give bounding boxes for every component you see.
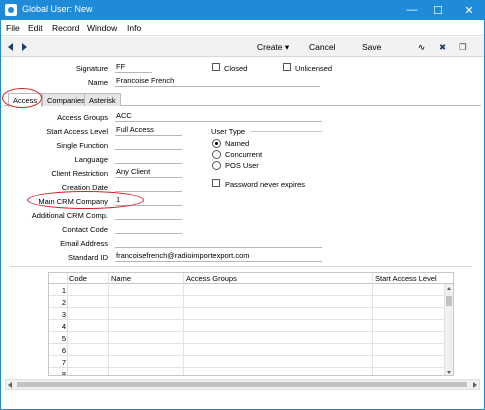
menu-record[interactable]: Record <box>52 23 79 33</box>
app-icon <box>5 4 17 16</box>
tab-strip: Access Companies Asterisk <box>4 92 481 107</box>
contact-code-label: Contact Code <box>62 225 108 234</box>
table-row[interactable]: 6 <box>49 344 446 356</box>
grid-header-code[interactable]: Code <box>69 274 87 283</box>
table-row[interactable]: 3 <box>49 308 446 320</box>
radio-pos-user-label: POS User <box>225 161 259 170</box>
access-groups-field[interactable]: ACC <box>115 111 322 122</box>
password-never-expires-checkbox[interactable] <box>212 179 220 187</box>
horizontal-scroll-thumb[interactable] <box>17 382 467 387</box>
password-never-expires-label: Password never expires <box>225 180 306 189</box>
table-row[interactable]: 5 <box>49 332 446 344</box>
start-access-level-field[interactable]: Full Access <box>115 125 182 136</box>
activity-icon[interactable]: ∿ <box>418 42 425 53</box>
signature-field[interactable]: FF <box>115 62 152 73</box>
unlicensed-checkbox[interactable] <box>283 63 291 71</box>
scroll-thumb[interactable] <box>446 296 452 306</box>
row-number: 3 <box>61 310 66 319</box>
start-access-level-label: Start Access Level <box>46 127 108 136</box>
standard-id-label: Standard ID <box>67 253 108 262</box>
horizontal-scrollbar[interactable] <box>5 379 480 390</box>
access-groups-label: Access Groups <box>57 113 108 122</box>
detach-icon[interactable]: ❐ <box>459 42 467 53</box>
table-row[interactable]: 2 <box>49 296 446 308</box>
create-button[interactable]: Create ▾ <box>257 42 289 53</box>
access-grid[interactable]: Code Name Access Groups Start Access Lev… <box>48 272 454 376</box>
email-address-label: Email Address <box>60 239 108 248</box>
standard-id-field[interactable]: francoisefrench@radioimportexport.com <box>115 251 322 262</box>
menu-file[interactable]: File <box>6 23 20 33</box>
additional-crm-comp-label: Additional CRM Comp. <box>31 211 108 220</box>
contact-code-field[interactable] <box>115 223 182 234</box>
radio-concurrent[interactable] <box>212 150 221 159</box>
signature-label: Signature <box>75 64 108 73</box>
grid-header-start-access-level[interactable]: Start Access Level <box>375 274 437 283</box>
radio-pos-user[interactable] <box>212 161 221 170</box>
scroll-down-icon[interactable] <box>447 371 451 374</box>
closed-label: Closed <box>224 64 248 73</box>
row-number: 4 <box>61 322 66 331</box>
scroll-right-icon[interactable] <box>473 382 477 388</box>
grid-header: Code Name Access Groups Start Access Lev… <box>49 273 453 284</box>
maximize-button[interactable]: ☐ <box>424 0 452 20</box>
minimize-button[interactable]: — <box>398 0 426 20</box>
radio-named[interactable] <box>212 139 221 148</box>
scroll-up-icon[interactable] <box>447 287 451 290</box>
table-row[interactable]: 7 <box>49 356 446 368</box>
table-row[interactable]: 8 <box>49 368 446 376</box>
unlicensed-label: Unlicensed <box>295 64 333 73</box>
grid-header-name[interactable]: Name <box>111 274 131 283</box>
creation-date-field[interactable] <box>115 181 182 192</box>
expand-icon[interactable]: ✖ <box>439 42 446 53</box>
email-address-field[interactable] <box>115 237 322 248</box>
client-restriction-label: Client Restriction <box>51 169 108 178</box>
additional-crm-comp-field[interactable] <box>115 209 182 220</box>
previous-record-icon[interactable] <box>8 43 13 51</box>
row-number: 6 <box>61 346 66 355</box>
user-type-label: User Type <box>211 127 246 136</box>
row-number: 7 <box>61 358 66 367</box>
create-label: Create <box>257 42 283 52</box>
radio-named-label: Named <box>225 139 250 148</box>
tab-asterisk[interactable]: Asterisk <box>84 93 121 106</box>
menu-window[interactable]: Window <box>87 23 117 33</box>
single-function-label: Single Function <box>56 141 108 150</box>
closed-checkbox[interactable] <box>212 63 220 71</box>
name-field[interactable]: Francoise French <box>115 76 320 87</box>
table-row[interactable]: 4 <box>49 320 446 332</box>
next-record-icon[interactable] <box>22 43 27 51</box>
row-number: 5 <box>61 334 66 343</box>
chevron-down-icon: ▾ <box>284 42 290 52</box>
user-type-divider <box>250 131 322 132</box>
menu-edit[interactable]: Edit <box>28 23 43 33</box>
table-row[interactable]: 1 <box>49 284 446 296</box>
section-divider <box>10 266 472 267</box>
tab-companies[interactable]: Companies <box>42 93 90 106</box>
row-number: 8 <box>61 370 66 376</box>
creation-date-label: Creation Date <box>61 183 108 192</box>
row-number: 1 <box>61 286 66 295</box>
client-restriction-field[interactable]: Any Client <box>115 167 182 178</box>
single-function-field[interactable] <box>115 139 182 150</box>
toolbar: Create ▾ Cancel Save ∿ ✖ ❐ <box>0 37 485 57</box>
main-crm-company-label: Main CRM Company <box>38 197 108 206</box>
row-number: 2 <box>61 298 66 307</box>
main-crm-company-field[interactable]: 1 <box>115 195 182 206</box>
menu-info[interactable]: Info <box>127 23 141 33</box>
title-bar: Global User: New — ☐ ✕ <box>0 0 485 20</box>
close-button[interactable]: ✕ <box>455 0 483 20</box>
name-label: Name <box>87 78 108 87</box>
radio-concurrent-label: Concurrent <box>225 150 263 159</box>
tab-access[interactable]: Access <box>8 93 43 107</box>
save-button[interactable]: Save <box>362 42 381 52</box>
language-field[interactable] <box>115 153 182 164</box>
cancel-button[interactable]: Cancel <box>309 42 335 52</box>
grid-header-access-groups[interactable]: Access Groups <box>186 274 237 283</box>
scroll-left-icon[interactable] <box>8 382 12 388</box>
menu-bar: File Edit Record Window Info <box>0 20 485 36</box>
grid-vertical-scrollbar[interactable] <box>444 284 453 375</box>
window-title: Global User: New <box>22 4 93 14</box>
language-label: Language <box>74 155 108 164</box>
